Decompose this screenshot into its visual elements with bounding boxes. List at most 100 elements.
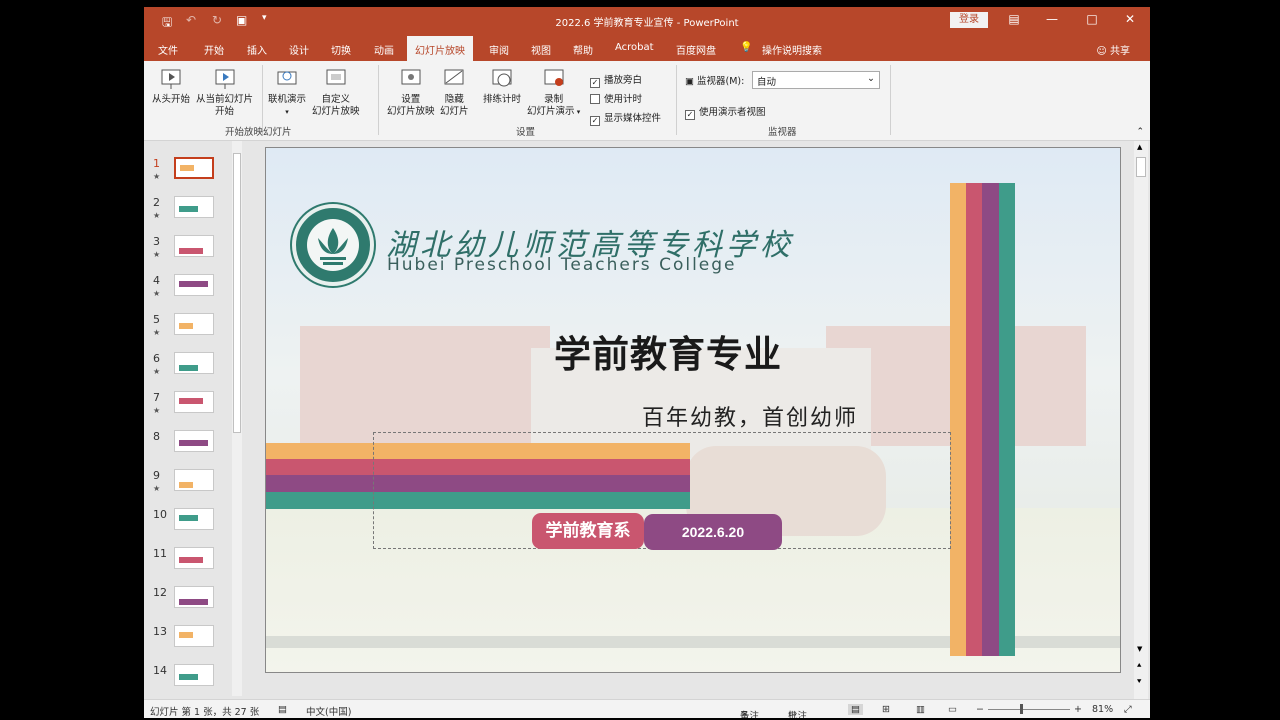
scroll-up-icon[interactable]: ▲ <box>1137 143 1142 151</box>
fit-to-window-icon[interactable]: ⤢ <box>1124 704 1132 715</box>
tab-transitions[interactable]: 切换 <box>331 42 351 57</box>
slide-canvas[interactable]: 湖北幼儿师范高等专科学校 Hubei Preschool Teachers Co… <box>265 147 1121 673</box>
thumbnail-content <box>179 206 198 212</box>
thumbnail-preview[interactable] <box>174 157 214 179</box>
ribbon-divider <box>378 65 379 135</box>
thumbnail-preview[interactable] <box>174 313 214 335</box>
thumbnail-preview[interactable] <box>174 469 214 491</box>
play-narrations-checkbox[interactable]: ✓ 播放旁白 <box>590 72 642 88</box>
animation-star-icon: ★ <box>153 250 161 259</box>
setup-slideshow-button[interactable]: 设置 幻灯片放映 <box>387 67 435 118</box>
slide-number: 3 <box>153 235 160 248</box>
slide-thumbnail[interactable]: 6 ★ <box>144 352 234 388</box>
rehearse-timings-button[interactable]: 排练计时 <box>483 67 521 106</box>
slide-thumbnail[interactable]: 14 <box>144 664 234 700</box>
record-slideshow-button[interactable]: 录制 幻灯片演示 ▾ <box>527 67 580 118</box>
slide-thumbnail[interactable]: 9 ★ <box>144 469 234 505</box>
minimize-icon[interactable]: — <box>1042 12 1062 26</box>
tab-file[interactable]: 文件 <box>158 42 178 57</box>
tab-design[interactable]: 设计 <box>289 42 309 57</box>
slide-thumbnail[interactable]: 3 ★ <box>144 235 234 271</box>
tab-help[interactable]: 帮助 <box>573 42 593 57</box>
hide-slide-button[interactable]: 隐藏 幻灯片 <box>440 67 469 118</box>
tab-baidu-netdisk[interactable]: 百度网盘 <box>676 42 716 57</box>
thumbnails-scrollbar[interactable] <box>232 141 242 696</box>
slide-thumbnail[interactable]: 12 <box>144 586 234 622</box>
presenter-view-checkbox[interactable]: ✓ 使用演示者视图 <box>685 104 766 120</box>
slide-title[interactable]: 学前教育专业 <box>554 324 782 378</box>
zoom-in-icon[interactable]: + <box>1074 704 1082 715</box>
next-slide-icon[interactable]: ⯆ <box>1136 677 1142 687</box>
thumbnail-preview[interactable] <box>174 547 214 569</box>
slide-number: 4 <box>153 274 160 287</box>
slide-thumbnail[interactable]: 11 <box>144 547 234 583</box>
thumbnail-content <box>179 515 198 521</box>
date-badge[interactable]: 2022.6.20 <box>644 514 782 550</box>
thumbnail-content <box>179 323 193 329</box>
zoom-level[interactable]: 81% <box>1092 704 1113 715</box>
tab-view[interactable]: 视图 <box>531 42 551 57</box>
thumbnail-preview[interactable] <box>174 196 214 218</box>
show-media-controls-checkbox[interactable]: ✓ 显示媒体控件 <box>590 110 661 126</box>
scroll-down-icon[interactable]: ▼ <box>1137 645 1142 653</box>
vertical-stripe-teal <box>999 183 1015 656</box>
tab-animations[interactable]: 动画 <box>374 42 394 57</box>
login-button[interactable]: 登录 <box>950 12 988 28</box>
vertical-stripe-orange <box>950 183 966 656</box>
tab-insert[interactable]: 插入 <box>247 42 267 57</box>
slide-subtitle[interactable]: 百年幼教，首创幼师 <box>642 400 858 432</box>
monitor-dropdown[interactable]: 自动 ⌄ <box>752 71 880 89</box>
collapse-ribbon-icon[interactable]: ⌃ <box>1136 127 1144 137</box>
editor-scrollbar[interactable]: ▲ ▼ ⯅ ⯆ <box>1134 141 1148 703</box>
zoom-out-icon[interactable]: − <box>976 704 984 715</box>
slide-thumbnail[interactable]: 10 <box>144 508 234 544</box>
slide-thumbnail[interactable]: 2 ★ <box>144 196 234 232</box>
previous-slide-icon[interactable]: ⯅ <box>1136 661 1142 671</box>
slide-thumbnail[interactable]: 1 ★ <box>144 157 234 193</box>
slide-number: 12 <box>153 586 167 599</box>
slide-thumbnail[interactable]: 4 ★ <box>144 274 234 310</box>
custom-slideshow-button[interactable]: 自定义 幻灯片放映 <box>312 67 360 118</box>
tab-slideshow[interactable]: 幻灯片放映 <box>407 36 473 61</box>
present-online-button[interactable]: 联机演示 ▾ <box>268 67 306 118</box>
thumbnail-content <box>179 248 203 254</box>
thumbnail-content <box>179 674 198 680</box>
slide-thumbnail[interactable]: 5 ★ <box>144 313 234 349</box>
use-timings-checkbox[interactable]: 使用计时 <box>590 91 642 105</box>
slide-thumbnail[interactable]: 13 <box>144 625 234 661</box>
slide-thumbnail[interactable]: 7 ★ <box>144 391 234 427</box>
tab-home[interactable]: 开始 <box>204 42 224 57</box>
close-icon[interactable]: ✕ <box>1120 12 1140 26</box>
slide-number: 8 <box>153 430 160 443</box>
language-indicator[interactable]: 中文(中国) <box>306 704 351 718</box>
thumbnail-preview[interactable] <box>174 391 214 413</box>
tell-me-search[interactable]: 操作说明搜索 <box>762 42 822 57</box>
reading-view-icon[interactable]: ▥ <box>916 704 925 715</box>
share-button[interactable]: ☺ 共享 <box>1096 42 1130 57</box>
thumbnail-preview[interactable] <box>174 508 214 530</box>
slide-thumbnail[interactable]: 8 <box>144 430 234 466</box>
thumbnail-preview[interactable] <box>174 352 214 374</box>
zoom-slider[interactable] <box>988 709 1070 710</box>
normal-view-icon[interactable]: ▤ <box>848 704 863 715</box>
slide-sorter-icon[interactable]: ⊞ <box>882 704 890 715</box>
department-badge[interactable]: 学前教育系 <box>532 513 644 549</box>
animation-star-icon: ★ <box>153 367 161 376</box>
tab-review[interactable]: 审阅 <box>489 42 509 57</box>
from-beginning-button[interactable]: 从头开始 <box>152 67 190 106</box>
from-current-button[interactable]: 从当前幻灯片 开始 <box>196 67 253 118</box>
maximize-icon[interactable]: □ <box>1082 12 1102 26</box>
slideshow-view-icon[interactable]: ▭ <box>948 704 957 715</box>
slide-number: 11 <box>153 547 167 560</box>
proofing-icon[interactable]: ▤ <box>278 704 287 715</box>
thumbnail-preview[interactable] <box>174 625 214 647</box>
ribbon-display-options-icon[interactable]: ▤ <box>1004 12 1024 26</box>
zoom-slider-thumb[interactable] <box>1020 704 1023 714</box>
thumbnail-preview[interactable] <box>174 235 214 257</box>
thumbnail-preview[interactable] <box>174 586 214 608</box>
thumbnail-preview[interactable] <box>174 274 214 296</box>
tab-acrobat[interactable]: Acrobat <box>615 42 654 53</box>
animation-star-icon: ★ <box>153 172 161 181</box>
thumbnail-preview[interactable] <box>174 430 214 452</box>
thumbnail-preview[interactable] <box>174 664 214 686</box>
